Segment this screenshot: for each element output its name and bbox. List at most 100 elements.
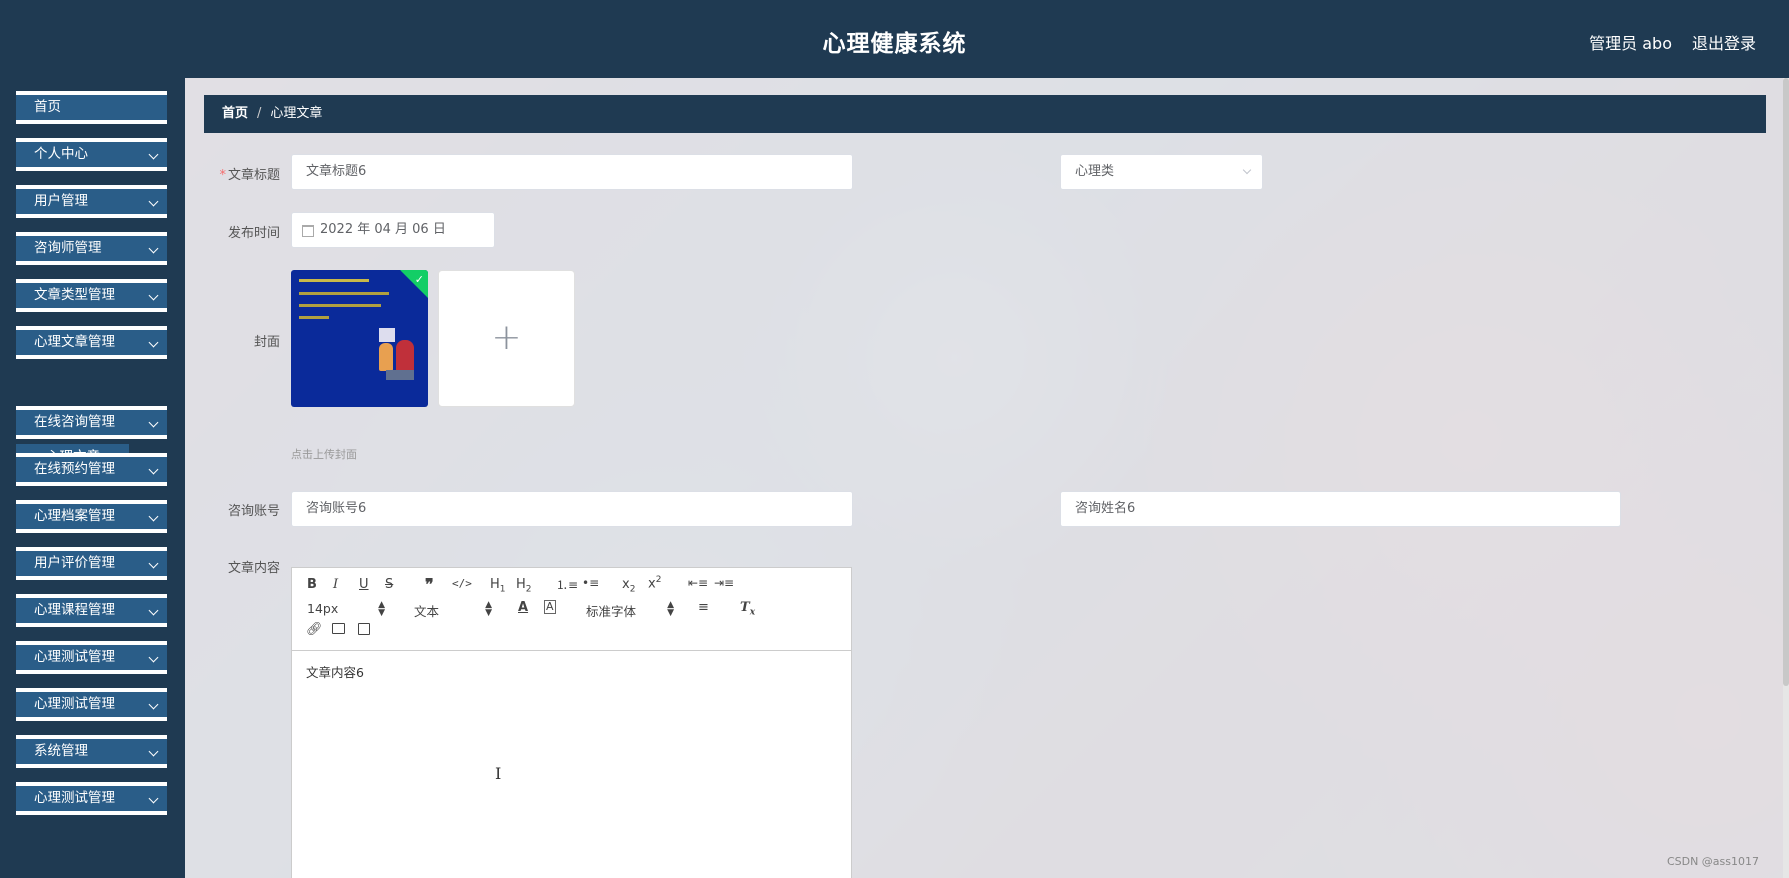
sidebar-item-article-type-management[interactable]: 文章类型管理	[16, 279, 167, 312]
indent-button[interactable]: ⇥≡	[714, 576, 734, 590]
bullet-list-button[interactable]: •≡	[582, 576, 599, 590]
link-button[interactable]: 🔗︎	[306, 622, 323, 637]
block-format-select[interactable]: 文本 ▲ ▼	[414, 601, 492, 620]
sidebar-item-label: 首页	[34, 99, 61, 115]
upload-cover-button[interactable]: +	[438, 270, 575, 407]
sidebar-item-review-management[interactable]: 用户评价管理	[16, 547, 167, 580]
breadcrumb: 首页 / 心理文章	[204, 95, 1766, 133]
chevron-down-icon	[1242, 165, 1252, 175]
main-scrollbar[interactable]	[1783, 78, 1789, 878]
chevron-down-icon	[148, 337, 159, 348]
sidebar-item-archive-management[interactable]: 心理档案管理	[16, 500, 167, 533]
thumbnail-figure	[386, 370, 414, 380]
sidebar-item-system-management[interactable]: 系统管理	[16, 735, 167, 768]
italic-button[interactable]: I	[333, 577, 338, 592]
updown-icon: ▲ ▼	[485, 600, 492, 618]
publish-date-picker[interactable]: 2022 年 04 月 06 日	[291, 212, 495, 248]
ordered-list-button[interactable]: ⒈≡	[556, 576, 578, 593]
chevron-down-icon	[148, 149, 159, 160]
breadcrumb-home[interactable]: 首页	[222, 106, 248, 121]
breadcrumb-current: 心理文章	[270, 106, 323, 121]
editor-toolbar: B I U S ❞ </> H1 H2 ⒈≡ •≡ x2 x2 ⇤≡ ⇥≡ 14…	[292, 568, 851, 651]
article-content-label: 文章内容	[227, 561, 280, 576]
sidebar-item-test-management-2[interactable]: 心理测试管理	[16, 688, 167, 721]
blockquote-button[interactable]: ❞	[425, 575, 434, 594]
subscript-button[interactable]: x2	[622, 577, 635, 595]
sidebar: 首页 个人中心 用户管理 咨询师管理 文章类型管理 心理文章管理 心理文章 在线…	[0, 78, 185, 878]
current-user: 管理员 abo	[1589, 34, 1672, 53]
sidebar-item-appointment-management[interactable]: 在线预约管理	[16, 453, 167, 486]
article-title-input[interactable]: 文章标题6	[291, 154, 853, 190]
sidebar-item-label: 心理测试管理	[34, 649, 115, 665]
sidebar-item-user-management[interactable]: 用户管理	[16, 185, 167, 218]
editor-content[interactable]: 文章内容6	[306, 662, 364, 681]
chevron-down-icon	[148, 605, 159, 616]
text-cursor-icon: I	[495, 764, 502, 783]
consult-account-input[interactable]: 咨询账号6	[291, 491, 853, 527]
sidebar-item-counselor-management[interactable]: 咨询师管理	[16, 232, 167, 265]
publish-date-value: 2022 年 04 月 06 日	[320, 222, 446, 237]
thumbnail-text-line	[299, 292, 389, 295]
logout-link[interactable]: 退出登录	[1692, 30, 1756, 54]
strikethrough-button[interactable]: S	[385, 577, 393, 592]
heading-2-button[interactable]: H2	[516, 577, 532, 595]
sidebar-item-label: 心理测试管理	[34, 790, 115, 806]
sidebar-item-label: 心理测试管理	[34, 696, 115, 712]
font-family-select[interactable]: 标准字体 ▲ ▼	[586, 601, 674, 620]
sidebar-item-test-management-1[interactable]: 心理测试管理	[16, 641, 167, 674]
bold-button[interactable]: B	[307, 577, 317, 592]
sidebar-item-online-consult-management[interactable]: 在线咨询管理	[16, 406, 167, 439]
chevron-down-icon	[148, 196, 159, 207]
sidebar-item-label: 心理课程管理	[34, 602, 115, 618]
sidebar-item-course-management[interactable]: 心理课程管理	[16, 594, 167, 627]
article-title-label: * 文章标题	[200, 164, 280, 183]
clear-format-button[interactable]: Tx	[740, 600, 755, 618]
article-title-label-text: 文章标题	[227, 168, 280, 183]
image-icon[interactable]	[332, 623, 345, 634]
sidebar-item-label: 在线咨询管理	[34, 414, 115, 430]
heading-1-button[interactable]: H1	[490, 577, 506, 595]
sidebar-item-label: 心理文章管理	[34, 334, 115, 350]
code-block-button[interactable]: </>	[452, 577, 472, 590]
updown-icon: ▲ ▼	[378, 600, 385, 618]
sidebar-item-label: 用户评价管理	[34, 555, 115, 571]
required-asterisk: *	[219, 168, 226, 183]
chevron-down-icon	[148, 290, 159, 301]
article-type-select[interactable]: 心理类	[1060, 154, 1263, 190]
chevron-down-icon	[148, 793, 159, 804]
sidebar-item-label: 系统管理	[34, 743, 88, 759]
cover-label: 封面	[253, 335, 280, 350]
font-color-button[interactable]: A	[518, 600, 528, 615]
thumbnail-text-line	[299, 279, 369, 282]
font-family-value: 标准字体	[586, 604, 637, 619]
thumbnail-figure	[379, 328, 395, 342]
chevron-down-icon	[148, 464, 159, 475]
sidebar-item-home[interactable]: 首页	[16, 91, 167, 124]
align-button[interactable]: ≡	[698, 600, 709, 615]
background-color-button[interactable]: A	[544, 600, 556, 614]
underline-button[interactable]: U	[359, 577, 369, 592]
sidebar-item-label: 个人中心	[34, 146, 88, 162]
cover-thumbnail[interactable]: ✓	[291, 270, 428, 407]
save-icon[interactable]	[358, 623, 370, 635]
chevron-down-icon	[148, 746, 159, 757]
outdent-button[interactable]: ⇤≡	[688, 576, 708, 590]
chevron-down-icon	[148, 558, 159, 569]
font-size-select[interactable]: 14px ▲ ▼	[307, 600, 385, 618]
consult-account-label: 咨询账号	[227, 504, 280, 519]
breadcrumb-separator: /	[257, 106, 262, 121]
article-type-value: 心理类	[1075, 164, 1115, 179]
font-size-value: 14px	[307, 601, 339, 616]
sidebar-item-article-management[interactable]: 心理文章管理	[16, 326, 167, 359]
chevron-down-icon	[148, 652, 159, 663]
plus-icon: +	[491, 317, 522, 358]
thumbnail-figure	[379, 343, 393, 371]
superscript-button[interactable]: x2	[648, 575, 661, 591]
sidebar-item-test-management-3[interactable]: 心理测试管理	[16, 782, 167, 815]
scrollbar-thumb[interactable]	[1783, 78, 1789, 686]
sidebar-item-label: 咨询师管理	[34, 240, 102, 256]
consult-name-input[interactable]: 咨询姓名6	[1060, 491, 1621, 527]
sidebar-item-personal-center[interactable]: 个人中心	[16, 138, 167, 171]
top-header: 心理健康系统 管理员 abo 退出登录	[0, 0, 1789, 78]
block-format-value: 文本	[414, 604, 440, 619]
